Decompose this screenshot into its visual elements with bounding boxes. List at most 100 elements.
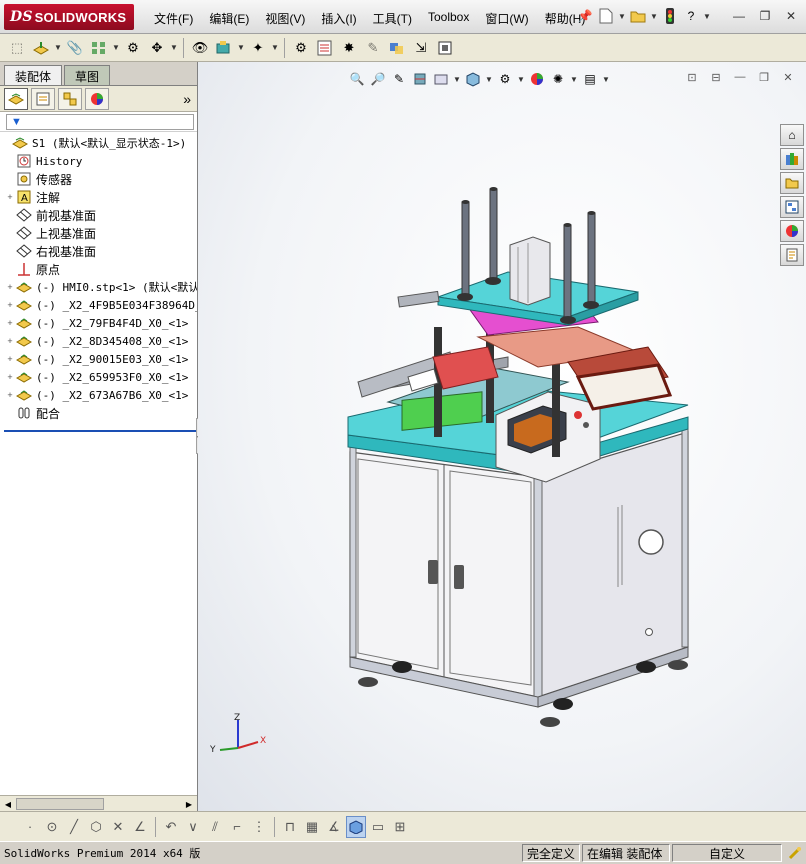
reference-geometry-icon[interactable]: ✦ — [247, 37, 269, 59]
chevron-down-icon[interactable]: ▼ — [517, 75, 525, 84]
chevron-down-icon[interactable]: ▼ — [570, 75, 578, 84]
expand-icon[interactable]: + — [4, 354, 16, 364]
chevron-down-icon[interactable]: ▼ — [237, 43, 245, 52]
menu-insert[interactable]: 插入(I) — [313, 8, 364, 29]
tree-item[interactable]: + (-) _X2_8D345408_X0_<1> ( — [0, 332, 197, 350]
tree-item[interactable]: + A 注解 — [0, 188, 197, 206]
tree-item[interactable]: 右视基准面 — [0, 242, 197, 260]
viewport-split-icon[interactable]: ⊡ — [684, 70, 700, 84]
explode-line-sketch-icon[interactable]: ✎ — [362, 37, 384, 59]
offset-entities-icon[interactable]: ⫽ — [205, 816, 225, 838]
circle-icon[interactable]: ⊙ — [42, 816, 62, 838]
unit-system-selector[interactable]: 自定义 — [672, 844, 782, 862]
solidworks-logo[interactable]: DS SOLIDWORKS — [4, 4, 134, 30]
clearance-verification-icon[interactable]: ⇲ — [410, 37, 432, 59]
tree-item[interactable]: 配合 — [0, 404, 197, 422]
chevron-down-icon[interactable]: ▼ — [602, 75, 610, 84]
grid-icon[interactable]: ▦ — [302, 816, 322, 838]
dynamic-annotation-icon[interactable] — [432, 70, 450, 88]
chevron-down-icon[interactable]: ▼ — [618, 12, 626, 21]
new-motion-study-icon[interactable]: ⚙ — [290, 37, 312, 59]
mate-icon[interactable]: 📎 — [64, 37, 86, 59]
file-explorer-icon[interactable] — [780, 172, 804, 194]
expand-icon[interactable]: + — [4, 372, 16, 382]
smart-fasteners-icon[interactable]: ⚙ — [122, 37, 144, 59]
menu-window[interactable]: 窗口(W) — [477, 8, 536, 29]
expand-icon[interactable]: + — [4, 300, 16, 310]
chevron-down-icon[interactable]: ▼ — [112, 43, 120, 52]
angle-icon[interactable]: ∡ — [324, 816, 344, 838]
trim-icon[interactable]: ✕ — [108, 816, 128, 838]
sketch-fillet-icon[interactable]: ↶ — [161, 816, 181, 838]
zoom-to-area-icon[interactable]: 🔎 — [369, 70, 387, 88]
tree-item[interactable]: 传感器 — [0, 170, 197, 188]
menu-tools[interactable]: 工具(T) — [365, 8, 420, 29]
menu-edit[interactable]: 编辑(E) — [201, 8, 257, 29]
tree-item[interactable]: + (-) _X2_659953F0_X0_<1> ( — [0, 368, 197, 386]
expand-icon[interactable]: + — [4, 318, 16, 328]
edit-appearance-icon[interactable] — [528, 70, 546, 88]
linear-pattern-icon[interactable] — [88, 37, 110, 59]
menu-view[interactable]: 视图(V) — [257, 8, 313, 29]
corner-rectangle-icon[interactable]: ⌐ — [227, 816, 247, 838]
bill-of-materials-icon[interactable] — [314, 37, 336, 59]
chevron-down-icon[interactable]: ▼ — [54, 43, 62, 52]
line-icon[interactable]: ╱ — [64, 816, 84, 838]
new-document-icon[interactable] — [597, 7, 615, 25]
quick-tips-icon[interactable] — [784, 844, 806, 862]
chevron-down-icon[interactable]: ▼ — [703, 12, 711, 21]
minimize-icon[interactable]: — — [730, 8, 748, 24]
section-view-icon[interactable] — [411, 70, 429, 88]
scroll-left-icon[interactable]: ◀ — [1, 797, 15, 811]
tree-item[interactable]: + (-) _X2_673A67B6_X0_<1> ( — [0, 386, 197, 404]
tree-item[interactable]: S1 (默认<默认_显示状态-1>) — [0, 134, 197, 152]
tree-item[interactable]: + (-) _X2_90015E03_X0_<1> ( — [0, 350, 197, 368]
help-icon[interactable]: ? — [682, 7, 700, 25]
rollback-bar[interactable] — [4, 430, 196, 432]
display-style-icon[interactable]: ⚙ — [496, 70, 514, 88]
3d-view-icon[interactable] — [346, 815, 366, 838]
viewport-split-alt-icon[interactable]: ⊟ — [708, 70, 724, 84]
extend-icon[interactable]: ∠ — [130, 816, 150, 838]
smart-dimension-icon[interactable]: ⋮ — [249, 816, 269, 838]
chevron-down-icon[interactable]: ▼ — [271, 43, 279, 52]
solidworks-resources-icon[interactable]: ⌂ — [780, 124, 804, 146]
close-icon[interactable]: ✕ — [780, 70, 796, 84]
expand-icon[interactable]: + — [4, 390, 16, 400]
design-library-icon[interactable] — [780, 148, 804, 170]
view-settings-icon[interactable]: ▤ — [581, 70, 599, 88]
view-orientation-icon[interactable] — [464, 70, 482, 88]
tree-item[interactable]: 前视基准面 — [0, 206, 197, 224]
chevron-down-icon[interactable]: ▼ — [650, 12, 658, 21]
scroll-right-icon[interactable]: ▶ — [182, 797, 196, 811]
close-icon[interactable]: ✕ — [782, 8, 800, 24]
property-manager-icon[interactable] — [31, 87, 55, 110]
zoom-to-fit-icon[interactable]: 🔍 — [348, 70, 366, 88]
dimension-icon[interactable]: ⊓ — [280, 816, 300, 838]
feature-manager-icon[interactable] — [4, 87, 28, 110]
tree-item[interactable]: 上视基准面 — [0, 224, 197, 242]
tab-sketch[interactable]: 草图 — [64, 65, 111, 85]
display-manager-icon[interactable] — [85, 87, 109, 110]
interference-detection-icon[interactable] — [386, 37, 408, 59]
view-palette-icon[interactable] — [780, 196, 804, 218]
menu-toolbox[interactable]: Toolbox — [420, 8, 477, 29]
expand-icon[interactable]: + — [4, 282, 16, 292]
graphics-area[interactable]: 🔍 🔎 ✎ ▼ ▼ ⚙ ▼ ✺ ▼ ▤ ▼ ⊡ ⊟ — ❐ ✕ ⌂ Z X Y — [198, 62, 806, 811]
restore-icon[interactable]: ❐ — [756, 8, 774, 24]
move-component-icon[interactable]: ✥ — [146, 37, 168, 59]
tree-filter-input[interactable]: ▼ — [6, 113, 194, 130]
point-icon[interactable]: · — [20, 816, 40, 838]
chevron-down-icon[interactable]: ▼ — [453, 75, 461, 84]
tree-item[interactable]: + (-) _X2_4F9B5E034F38964D_X — [0, 296, 197, 314]
tree-horizontal-scrollbar[interactable]: ◀ ▶ — [0, 795, 197, 811]
open-folder-icon[interactable] — [629, 7, 647, 25]
restore-icon[interactable]: ❐ — [756, 70, 772, 84]
custom-properties-icon[interactable] — [780, 244, 804, 266]
more-tabs-chevron-icon[interactable]: » — [183, 91, 191, 107]
appearances-icon[interactable] — [780, 220, 804, 242]
insert-component-icon[interactable] — [30, 37, 52, 59]
pin-icon[interactable]: 📌 — [576, 7, 594, 25]
instant3d-icon[interactable] — [434, 37, 456, 59]
configuration-manager-icon[interactable] — [58, 87, 82, 110]
